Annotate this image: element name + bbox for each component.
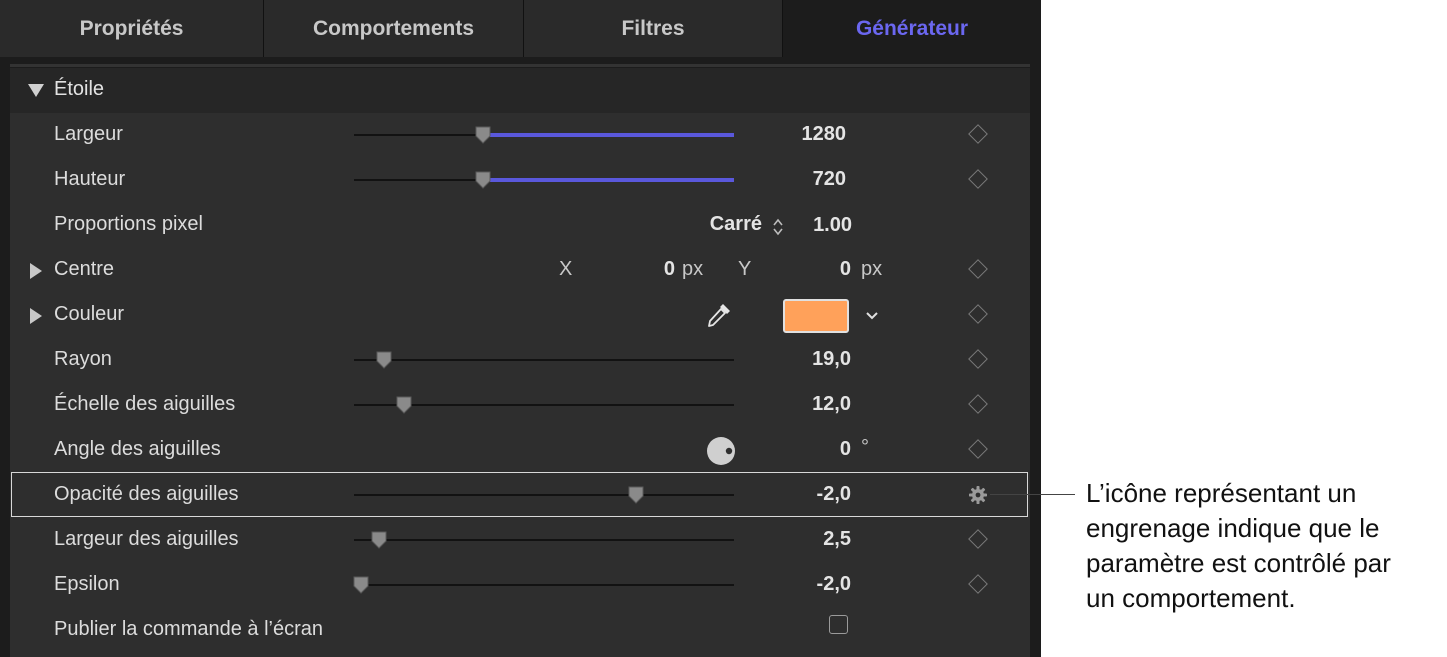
diamond-keyframe-icon[interactable]: [968, 169, 988, 189]
inspector-panel: Propriétés Comportements Filtres Générat…: [0, 0, 1041, 657]
slider-fill: [483, 133, 734, 137]
diamond-keyframe-icon[interactable]: [968, 259, 988, 279]
param-row-largeur-aiguilles: Largeur des aiguilles 2,5: [10, 518, 1030, 563]
slider-thumb[interactable]: [474, 126, 492, 144]
param-label: Publier la commande à l’écran: [54, 618, 324, 640]
slider-fill: [483, 178, 734, 182]
callout-highlight-box: [11, 472, 1028, 517]
slider-track[interactable]: [354, 359, 734, 361]
param-value[interactable]: 1.00: [792, 214, 852, 237]
param-label: Largeur: [54, 123, 123, 145]
param-label: Largeur des aiguilles: [54, 528, 239, 550]
param-row-largeur: Largeur 1280: [10, 113, 1030, 158]
tab-proprietes[interactable]: Propriétés: [0, 0, 264, 57]
param-label: Angle des aiguilles: [54, 438, 221, 460]
callout-text: L’icône représentant un engrenage indiqu…: [1086, 476, 1446, 616]
callout-line: engrenage indique que le: [1086, 513, 1380, 543]
param-row-echelle: Échelle des aiguilles 12,0: [10, 383, 1030, 428]
diamond-keyframe-icon[interactable]: [968, 439, 988, 459]
param-label: Proportions pixel: [54, 213, 203, 235]
disclosure-triangle-icon[interactable]: [30, 308, 42, 324]
x-label: X: [559, 258, 573, 280]
slider-track[interactable]: [354, 539, 734, 541]
param-value[interactable]: 1280: [746, 123, 847, 146]
param-value[interactable]: -2,0: [751, 573, 851, 596]
parameter-list: Largeur 1280 Hauteur 720 Proportions pix…: [10, 113, 1030, 657]
param-label: Hauteur: [54, 168, 126, 190]
aspect-select[interactable]: Carré: [662, 213, 762, 236]
param-label: Epsilon: [54, 573, 120, 595]
param-row-proportions: Proportions pixel Carré 1.00: [10, 203, 1030, 248]
param-value[interactable]: 12,0: [751, 393, 851, 416]
tab-filtres[interactable]: Filtres: [524, 0, 783, 57]
slider-thumb[interactable]: [474, 171, 492, 189]
param-row-rayon: Rayon 19,0: [10, 338, 1030, 383]
param-row-publier: Publier la commande à l’écran: [10, 608, 1030, 653]
param-value[interactable]: 19,0: [751, 348, 851, 371]
x-unit: px: [682, 258, 704, 280]
disclosure-triangle-icon[interactable]: [28, 84, 44, 97]
slider-thumb[interactable]: [352, 576, 370, 594]
param-label: Couleur: [54, 303, 125, 325]
callout-line: L’icône représentant un: [1086, 478, 1357, 508]
slider-thumb[interactable]: [370, 531, 388, 549]
y-value[interactable]: 0: [791, 258, 851, 281]
x-value[interactable]: 0: [615, 258, 675, 281]
param-label: Rayon: [54, 348, 112, 370]
param-row-couleur: Couleur: [10, 293, 1030, 338]
disclosure-triangle-icon[interactable]: [30, 263, 42, 279]
param-row-hauteur: Hauteur 720: [10, 158, 1030, 203]
param-value[interactable]: 0: [751, 438, 851, 461]
param-row-centre: Centre X 0 px Y 0 px: [10, 248, 1030, 293]
diamond-keyframe-icon[interactable]: [968, 529, 988, 549]
diamond-keyframe-icon[interactable]: [968, 394, 988, 414]
diamond-keyframe-icon[interactable]: [968, 349, 988, 369]
param-value[interactable]: 720: [746, 168, 846, 191]
slider-track[interactable]: [354, 584, 734, 586]
group-title: Étoile: [54, 78, 105, 100]
updown-chevron-icon[interactable]: [771, 217, 785, 237]
tab-divider: [10, 64, 1030, 67]
callout-line: paramètre est contrôlé par: [1086, 548, 1391, 578]
param-row-angle: Angle des aiguilles 0 °: [10, 428, 1030, 473]
callout-leader-line: [990, 494, 1075, 495]
y-unit: px: [861, 258, 883, 280]
color-swatch[interactable]: [783, 299, 849, 333]
param-row-epsilon: Epsilon -2,0: [10, 563, 1030, 608]
callout-line: un comportement.: [1086, 583, 1296, 613]
param-value[interactable]: 2,5: [751, 528, 851, 551]
diamond-keyframe-icon[interactable]: [968, 124, 988, 144]
tab-generateur[interactable]: Générateur: [783, 0, 1041, 57]
chevron-down-icon[interactable]: [865, 310, 879, 322]
publish-checkbox[interactable]: [829, 615, 848, 634]
angle-dial-icon[interactable]: [706, 436, 736, 466]
group-header-etoile[interactable]: Étoile: [10, 68, 1030, 113]
y-label: Y: [738, 258, 752, 280]
eyedropper-icon[interactable]: [704, 300, 734, 330]
diamond-keyframe-icon[interactable]: [968, 574, 988, 594]
param-label: Échelle des aiguilles: [54, 393, 236, 415]
tab-bar: Propriétés Comportements Filtres Générat…: [0, 0, 1041, 57]
slider-thumb[interactable]: [375, 351, 393, 369]
diamond-keyframe-icon[interactable]: [968, 304, 988, 324]
degree-unit: °: [861, 436, 869, 458]
param-label: Centre: [54, 258, 115, 280]
tab-comportements[interactable]: Comportements: [264, 0, 524, 57]
slider-thumb[interactable]: [395, 396, 413, 414]
